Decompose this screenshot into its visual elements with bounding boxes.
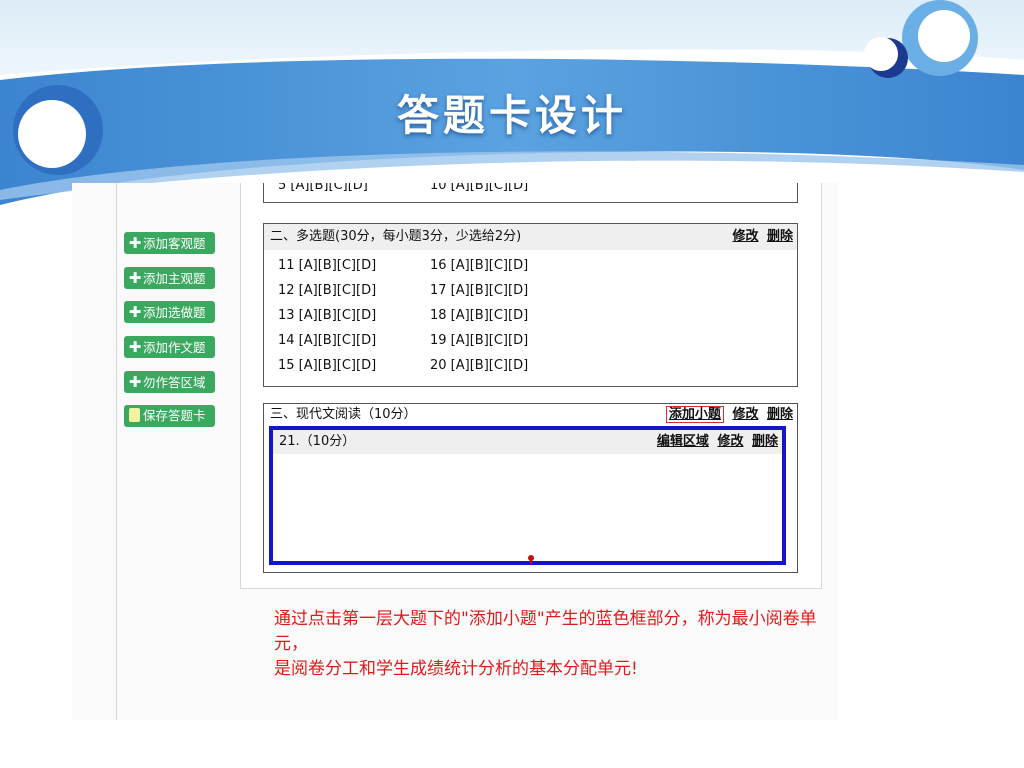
delete-link[interactable]: 删除	[767, 229, 793, 244]
section-multiple-choice: 二、多选题(30分，每小题3分，少选给2分) 修改 删除 11 [A][B][C…	[263, 223, 798, 387]
document-icon	[129, 408, 140, 422]
plus-icon: ✚	[128, 269, 142, 287]
edit-region-link[interactable]: 编辑区域	[657, 434, 709, 449]
edit-link[interactable]: 修改	[732, 229, 758, 244]
section-reading: 三、现代文阅读（10分） 添加小题 修改 删除 21.（10分） 编辑区域 修改…	[263, 403, 798, 573]
plus-icon: ✚	[128, 303, 142, 321]
add-objective-button[interactable]: ✚ 添加客观题	[124, 232, 215, 254]
list-item: 14 [A][B][C][D]	[278, 333, 377, 348]
list-item: 10 [A][B][C][D]	[430, 183, 529, 193]
list-item: 15 [A][B][C][D]	[278, 358, 377, 373]
section-single-choice: 5 [A][B][C][D] 10 [A][B][C][D]	[263, 183, 798, 203]
caption-line-2: 是阅卷分工和学生成绩统计分析的基本分配单元!	[274, 659, 638, 679]
plus-icon: ✚	[128, 338, 142, 356]
list-item: 19 [A][B][C][D]	[430, 333, 529, 348]
delete-link[interactable]: 删除	[752, 434, 778, 449]
delete-link[interactable]: 删除	[767, 407, 793, 422]
slide-title: 答题卡设计	[396, 91, 627, 140]
resize-handle-stem	[530, 560, 532, 564]
sub-question-title: 21.（10分）	[279, 434, 356, 449]
edit-link[interactable]: 修改	[732, 407, 758, 422]
save-card-button[interactable]: 保存答题卡	[124, 405, 215, 427]
list-item: 12 [A][B][C][D]	[278, 283, 377, 298]
list-item: 18 [A][B][C][D]	[430, 308, 529, 323]
section-title: 三、现代文阅读（10分）	[270, 407, 417, 422]
divider	[116, 183, 117, 720]
section-title: 二、多选题(30分，每小题3分，少选给2分)	[270, 229, 522, 244]
caption-line-1: 通过点击第一层大题下的"添加小题"产生的蓝色框部分，称为最小阅卷单元，	[274, 609, 817, 654]
list-item: 5 [A][B][C][D]	[278, 183, 368, 193]
min-marking-unit[interactable]: 21.（10分） 编辑区域 修改 删除	[269, 426, 786, 565]
answer-card-screenshot: ✚ 添加客观题 ✚ 添加主观题 ✚ 添加选做题 ✚ 添加作文题 ✚ 勿作答区域 保存答题卡…	[72, 183, 838, 720]
list-item: 16 [A][B][C][D]	[430, 258, 529, 273]
plus-icon: ✚	[128, 373, 142, 391]
section-header: 三、现代文阅读（10分） 添加小题 修改 删除	[264, 404, 797, 426]
plus-icon: ✚	[128, 234, 142, 252]
add-subjective-button[interactable]: ✚ 添加主观题	[124, 267, 215, 289]
sub-question-header: 21.（10分） 编辑区域 修改 删除	[273, 430, 782, 454]
add-sub-question-link[interactable]: 添加小题	[665, 406, 724, 423]
section-header: 二、多选题(30分，每小题3分，少选给2分) 修改 删除	[264, 224, 797, 250]
caption: 通过点击第一层大题下的"添加小题"产生的蓝色框部分，称为最小阅卷单元， 是阅卷分…	[274, 607, 834, 682]
add-optional-button[interactable]: ✚ 添加选做题	[124, 301, 215, 323]
edit-link[interactable]: 修改	[717, 434, 743, 449]
add-essay-button[interactable]: ✚ 添加作文题	[124, 336, 215, 358]
list-item: 11 [A][B][C][D]	[278, 258, 377, 273]
list-item: 20 [A][B][C][D]	[430, 358, 529, 373]
list-item: 17 [A][B][C][D]	[430, 283, 529, 298]
no-answer-area-button[interactable]: ✚ 勿作答区域	[124, 371, 215, 393]
list-item: 13 [A][B][C][D]	[278, 308, 377, 323]
